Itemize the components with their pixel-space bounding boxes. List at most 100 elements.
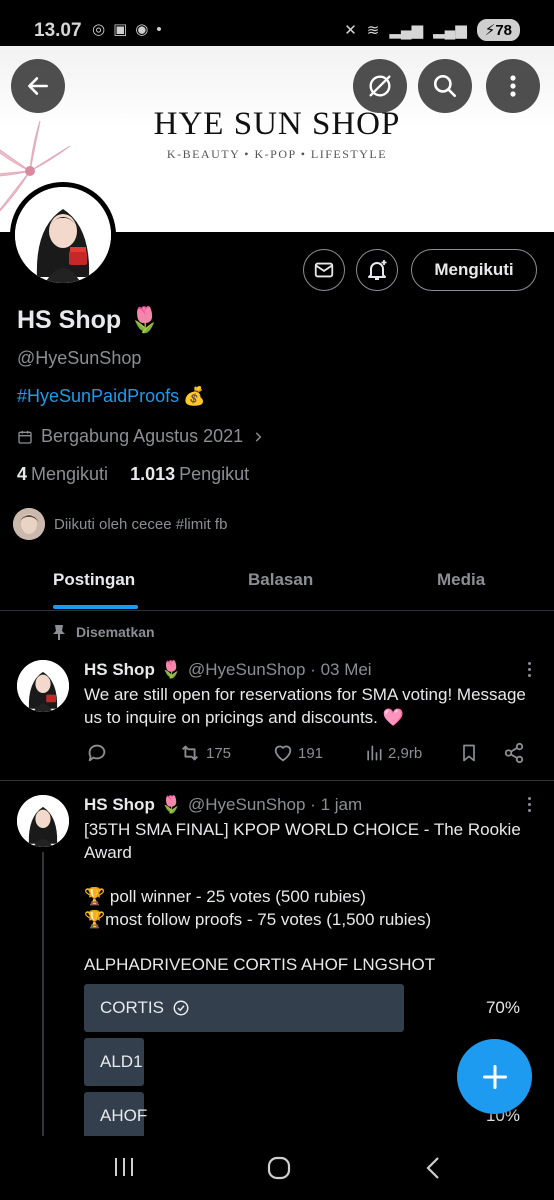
recent-apps-button[interactable] [112,1156,136,1178]
calendar-icon [18,430,32,444]
poll-option-text: ALD1 [100,1052,143,1071]
followed-by-text: Diikuti oleh cecee #limit fb [54,515,228,533]
hashtag-link[interactable]: #HyeSunPaidProofs [17,386,179,407]
poll-option-text: AHOF [100,1106,148,1125]
status-bar: 13.07 ◎ ▣ ◉ • ✕ ≋ ▂▄▆ ▂▄▆ ⚡78 [0,0,554,46]
grok-button[interactable] [353,59,407,113]
back-button[interactable] [11,59,65,113]
heart-icon [274,745,292,762]
dot-icon: • [156,20,162,38]
followers-count-link[interactable]: 1.013 Pengikut [130,464,249,485]
profile-avatar[interactable] [10,182,116,288]
tweet-more-button[interactable] [526,797,532,812]
tweet-avatar[interactable] [17,660,69,712]
bio-hashtag[interactable]: #HyeSunPaidProofs 💰 [17,386,206,407]
tweet-more-button[interactable] [526,662,532,677]
avatar-illustration [15,187,111,283]
tab-media[interactable]: Media [437,570,485,590]
bookmark-icon [463,744,475,762]
view-count: 2,9rb [388,744,423,762]
tweet-header[interactable]: HS Shop 🌷 @HyeSunShop · 1 jam [84,795,362,815]
compose-button[interactable] [457,1039,532,1114]
signal-icon-2: ▂▄▆ [433,22,467,39]
more-options-button[interactable] [486,59,540,113]
pinned-label: Disematkan [52,624,155,640]
tab-posts[interactable]: Postingan [53,570,135,590]
poll-option[interactable]: ALD1 [84,1038,520,1086]
grok-icon [369,75,391,97]
signal-icon: ▂▄▆ [389,22,424,39]
following-count-link[interactable]: 4 Mengikuti [17,464,108,485]
following-button[interactable]: Mengikuti [411,249,537,291]
follower-avatar [13,508,45,540]
back-nav-button[interactable] [424,1156,442,1180]
bell-plus-icon [368,260,387,280]
tulip-emoji: 🌷 [129,306,161,334]
like-button[interactable]: 191 [272,742,323,764]
message-button[interactable] [303,249,345,291]
pin-icon [53,625,65,640]
following-count: 4 [17,464,28,484]
follow-counts: 4 Mengikuti 1.013 Pengikut [17,464,249,485]
tweet-divider [0,780,554,781]
retweet-button[interactable]: 175 [178,742,231,764]
followed-by[interactable]: Diikuti oleh cecee #limit fb [13,508,227,540]
tweet-text-line-4: ALPHADRIVEONE CORTIS AHOF LNGSHOT [84,955,436,974]
views-button[interactable]: 2,9rb [364,742,422,764]
banner-tagline: K-BEAUTY • K-POP • LIFESTYLE [166,147,388,161]
mute-icon: ✕ [344,22,357,39]
line-icon: ◉ [135,21,149,38]
joined-date[interactable]: Bergabung Agustus 2021 [17,426,265,447]
home-button[interactable] [266,1156,292,1180]
tweet-avatar[interactable] [17,795,69,847]
vertical-dots-icon [510,75,516,97]
tweet-author-name[interactable]: HS Shop [84,660,155,680]
display-name-text: HS Shop [17,306,122,334]
search-icon [433,74,457,98]
notifications-button[interactable] [356,249,398,291]
tweet-meta: @HyeSunShop · 03 Mei [188,660,372,679]
poll-option-label: CORTIS [100,998,190,1018]
poll-percent: 70% [485,998,520,1017]
poll-option[interactable]: AHOF 10% [84,1092,520,1140]
battery-level: 78 [495,22,512,39]
tweet-header[interactable]: HS Shop 🌷 @HyeSunShop · 03 Mei [84,660,372,680]
poll-option[interactable]: CORTIS 70% [84,984,520,1032]
joined-text: Bergabung Agustus 2021 [41,426,244,446]
bar-chart-icon [367,745,382,761]
pinned-text: Disematkan [76,624,155,640]
share-icon [504,742,524,764]
retweet-count: 175 [206,744,232,762]
arrow-left-icon [28,77,48,95]
tweet-meta: @HyeSunShop · 1 jam [188,795,363,814]
retweet-icon [182,745,198,761]
active-tab-indicator [53,605,138,609]
banner-shop-name: HYE SUN SHOP [153,106,401,142]
whatsapp-icon: ◎ [92,21,106,38]
profile-tabs: Postingan Balasan Media [0,556,554,611]
share-button[interactable] [503,742,525,764]
wifi-icon: ≋ [366,22,380,39]
bookmark-button[interactable] [459,742,479,764]
tweet-text-line-3: 🏆most follow proofs - 75 votes (1,500 ru… [84,910,432,929]
reply-button[interactable] [86,742,108,764]
poll-option-text: CORTIS [100,998,164,1017]
tweet-actions: 175 191 2,9rb [84,738,534,768]
tab-replies[interactable]: Balasan [248,570,313,590]
followers-count: 1.013 [130,464,176,484]
battery-icon: ⚡78 [476,19,520,41]
thread-line [42,852,44,1136]
display-name: HS Shop 🌷 [17,306,160,335]
chevron-right-icon [255,431,262,442]
tweet-author-name[interactable]: HS Shop [84,795,155,815]
following-label: Mengikuti [31,464,109,484]
money-bag-emoji: 💰 [183,386,206,406]
envelope-icon [314,262,334,278]
like-count: 191 [298,744,324,762]
notification-icons: ◎ ▣ ◉ • [92,20,162,39]
tulip-emoji: 🌷 [160,795,183,814]
status-time: 13.07 [34,20,82,41]
search-button[interactable] [418,59,472,113]
system-nav-bar [0,1136,554,1200]
screenshot-icon: ▣ [113,21,128,38]
